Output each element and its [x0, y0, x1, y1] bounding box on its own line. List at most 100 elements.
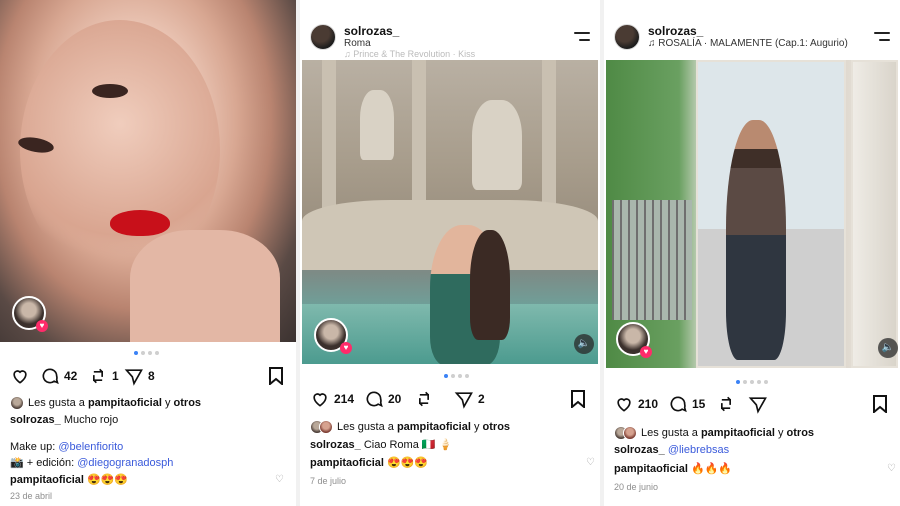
liker-avatars	[614, 426, 637, 440]
share-icon	[748, 397, 767, 414]
action-bar: 210 15	[614, 394, 892, 416]
carousel-dots	[134, 351, 159, 355]
sound-icon[interactable]: 🔈	[574, 334, 594, 354]
portrait-hand	[130, 230, 280, 342]
caption-username[interactable]: solrozas_	[614, 444, 665, 456]
bookmark-button[interactable]	[268, 367, 284, 390]
share-icon	[124, 369, 143, 386]
carousel-dot[interactable]	[750, 380, 754, 384]
comment-username[interactable]: pampitaoficial	[310, 457, 384, 469]
carousel-dot[interactable]	[743, 380, 747, 384]
comment-icon	[366, 391, 383, 408]
caption-username[interactable]: solrozas_	[10, 414, 61, 426]
caption-mention[interactable]: @liebrebsas	[668, 444, 729, 456]
post-photo[interactable]: ♥ 🔈	[606, 60, 898, 368]
header-username[interactable]: solrozas_	[648, 24, 703, 38]
credit-handle[interactable]: @belenfiorito	[58, 441, 123, 453]
heart-outline-icon[interactable]: ♡	[887, 463, 896, 474]
likes-joiner: y	[473, 421, 480, 433]
action-bar: 42 1 8	[10, 366, 288, 388]
liker-avatars	[10, 396, 24, 410]
repost-icon	[419, 391, 429, 407]
bookmark-icon	[571, 390, 585, 410]
music-label[interactable]: ♫ ROSALÍA · MALAMENTE (Cap.1: Augurio)	[648, 38, 848, 49]
carousel-dot[interactable]	[465, 374, 469, 378]
comment-text: 😍😍😍	[87, 474, 129, 486]
credit-handle[interactable]: @diegogranadosph	[77, 457, 173, 469]
carousel-dot[interactable]	[141, 351, 145, 355]
heart-icon	[313, 393, 327, 407]
likes-prefix: Les gusta a	[337, 421, 394, 433]
share-button[interactable]: 8	[124, 366, 155, 386]
liker-username[interactable]: pampitaoficial	[701, 427, 775, 439]
menu-icon[interactable]	[574, 32, 590, 42]
likes-others[interactable]: otros	[483, 421, 511, 433]
post-date: 23 de abril	[10, 491, 53, 501]
comment-button[interactable]: 42	[40, 366, 77, 386]
caption-username[interactable]: solrozas_	[310, 439, 361, 451]
repost-icon	[93, 368, 103, 384]
liker-username[interactable]: pampitaoficial	[397, 421, 471, 433]
person-shape	[726, 120, 786, 360]
post-caption: solrozas_ @liebrebsas	[614, 444, 729, 456]
share-button[interactable]: 2	[454, 389, 485, 409]
repost-button[interactable]	[414, 389, 434, 409]
likes-prefix: Les gusta a	[641, 427, 698, 439]
curtain-shape	[851, 60, 898, 368]
like-button[interactable]	[10, 366, 30, 386]
avatar[interactable]	[310, 24, 336, 50]
carousel-dot[interactable]	[764, 380, 768, 384]
likes-others[interactable]: otros	[787, 427, 815, 439]
comment-icon	[670, 396, 687, 413]
carousel-dot[interactable]	[444, 374, 448, 378]
likes-others[interactable]: otros	[174, 397, 202, 409]
bookmark-button[interactable]	[570, 390, 586, 413]
header-username[interactable]: solrozas_	[344, 24, 399, 38]
share-icon	[454, 392, 473, 409]
post-header: solrozas_ ♫ ROSALÍA · MALAMENTE (Cap.1: …	[614, 22, 892, 56]
column-shape	[322, 60, 336, 210]
likes-summary[interactable]: Les gusta a pampitaoficial y otros	[310, 420, 510, 434]
carousel-dot[interactable]	[458, 374, 462, 378]
post-date: 20 de junio	[614, 482, 659, 492]
avatar[interactable]	[614, 24, 640, 50]
music-label[interactable]: ♫ Prince & The Revolution · Kiss	[344, 49, 475, 59]
sound-icon[interactable]: 🔈	[878, 338, 898, 358]
repost-button[interactable]: 1	[88, 366, 119, 386]
action-bar: 214 20 2	[310, 389, 592, 411]
top-comment: pampitaoficial 🔥🔥🔥	[614, 462, 732, 475]
menu-icon[interactable]	[874, 32, 890, 42]
carousel-dot[interactable]	[757, 380, 761, 384]
carousel-dot[interactable]	[451, 374, 455, 378]
post-photo[interactable]: ♥	[0, 0, 296, 342]
share-button[interactable]	[748, 394, 768, 414]
heart-outline-icon[interactable]: ♡	[586, 457, 595, 468]
portrait-lips	[110, 210, 170, 236]
like-button[interactable]: 214	[310, 389, 354, 409]
heart-badge-icon: ♥	[340, 342, 352, 354]
post-caption: solrozas_ Ciao Roma 🇮🇹 🍦	[310, 438, 452, 451]
like-button[interactable]: 210	[614, 394, 658, 414]
carousel-dot[interactable]	[148, 351, 152, 355]
carousel-dot[interactable]	[155, 351, 159, 355]
likes-summary[interactable]: Les gusta a pampitaoficial y otros	[10, 396, 201, 410]
comment-button[interactable]: 15	[668, 394, 705, 414]
repost-icon	[721, 396, 731, 412]
heart-outline-icon[interactable]: ♡	[275, 474, 284, 485]
likes-summary[interactable]: Les gusta a pampitaoficial y otros	[614, 426, 814, 440]
post-photo[interactable]: ♥ 🔈	[302, 60, 598, 364]
carousel-dot[interactable]	[736, 380, 740, 384]
repost-button[interactable]	[716, 394, 736, 414]
hair-shape	[470, 230, 510, 340]
location-label[interactable]: Roma	[344, 38, 371, 49]
statue-shape	[360, 90, 394, 160]
credit-line: Make up: @belenfiorito	[10, 441, 123, 453]
liker-username[interactable]: pampitaoficial	[88, 397, 162, 409]
carousel-dot[interactable]	[134, 351, 138, 355]
bookmark-icon	[873, 395, 887, 415]
comment-username[interactable]: pampitaoficial	[614, 463, 688, 475]
bookmark-button[interactable]	[872, 395, 888, 418]
caption-text: Ciao Roma 🇮🇹 🍦	[363, 439, 453, 451]
comment-username[interactable]: pampitaoficial	[10, 474, 84, 486]
comment-button[interactable]: 20	[364, 389, 401, 409]
